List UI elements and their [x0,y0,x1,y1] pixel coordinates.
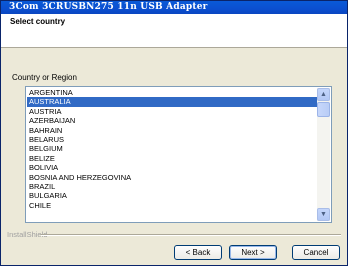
country-list[interactable]: ARGENTINA AUSTRALIA AUSTRIA AZERBAIJAN BAHRA… [27,88,318,221]
footer-divider [41,234,341,236]
list-item[interactable]: BELARUS [27,135,318,144]
list-item[interactable]: BELIZE [27,154,318,163]
list-item[interactable]: BRAZIL [27,182,318,191]
wizard-header: Select country [1,14,347,48]
title-bar[interactable]: 3Com 3CRUSBN275 11n USB Adapter [1,1,347,14]
list-item[interactable]: AZERBAIJAN [27,116,318,125]
page-title: Select country [10,17,66,26]
list-scrollbar[interactable]: ▲ ▼ [317,88,330,221]
list-item[interactable]: AUSTRALIA [27,97,318,107]
installer-window: 3Com 3CRUSBN275 11n USB Adapter Select c… [0,0,348,266]
list-item[interactable]: BOSNIA AND HERZEGOVINA [27,173,318,182]
list-item[interactable]: AUSTRIA [27,107,318,116]
country-listbox[interactable]: ARGENTINA AUSTRALIA AUSTRIA AZERBAIJAN BAHRA… [25,86,332,223]
list-item[interactable]: BULGARIA [27,191,318,200]
back-button[interactable]: < Back [174,245,222,260]
cancel-button[interactable]: Cancel [292,245,340,260]
list-item[interactable]: BOLIVIA [27,163,318,172]
window-title: 3Com 3CRUSBN275 11n USB Adapter [9,2,208,12]
list-item[interactable]: BAHRAIN [27,126,318,135]
scrollbar-thumb[interactable] [317,102,330,117]
scroll-down-arrow-icon[interactable]: ▼ [317,208,330,221]
country-region-label: Country or Region [12,73,77,82]
list-item[interactable]: ARGENTINA [27,88,318,97]
list-item[interactable]: CHILE [27,201,318,210]
list-item[interactable]: BELGIUM [27,144,318,153]
next-button[interactable]: Next > [229,245,277,260]
scroll-up-arrow-icon[interactable]: ▲ [317,88,330,101]
